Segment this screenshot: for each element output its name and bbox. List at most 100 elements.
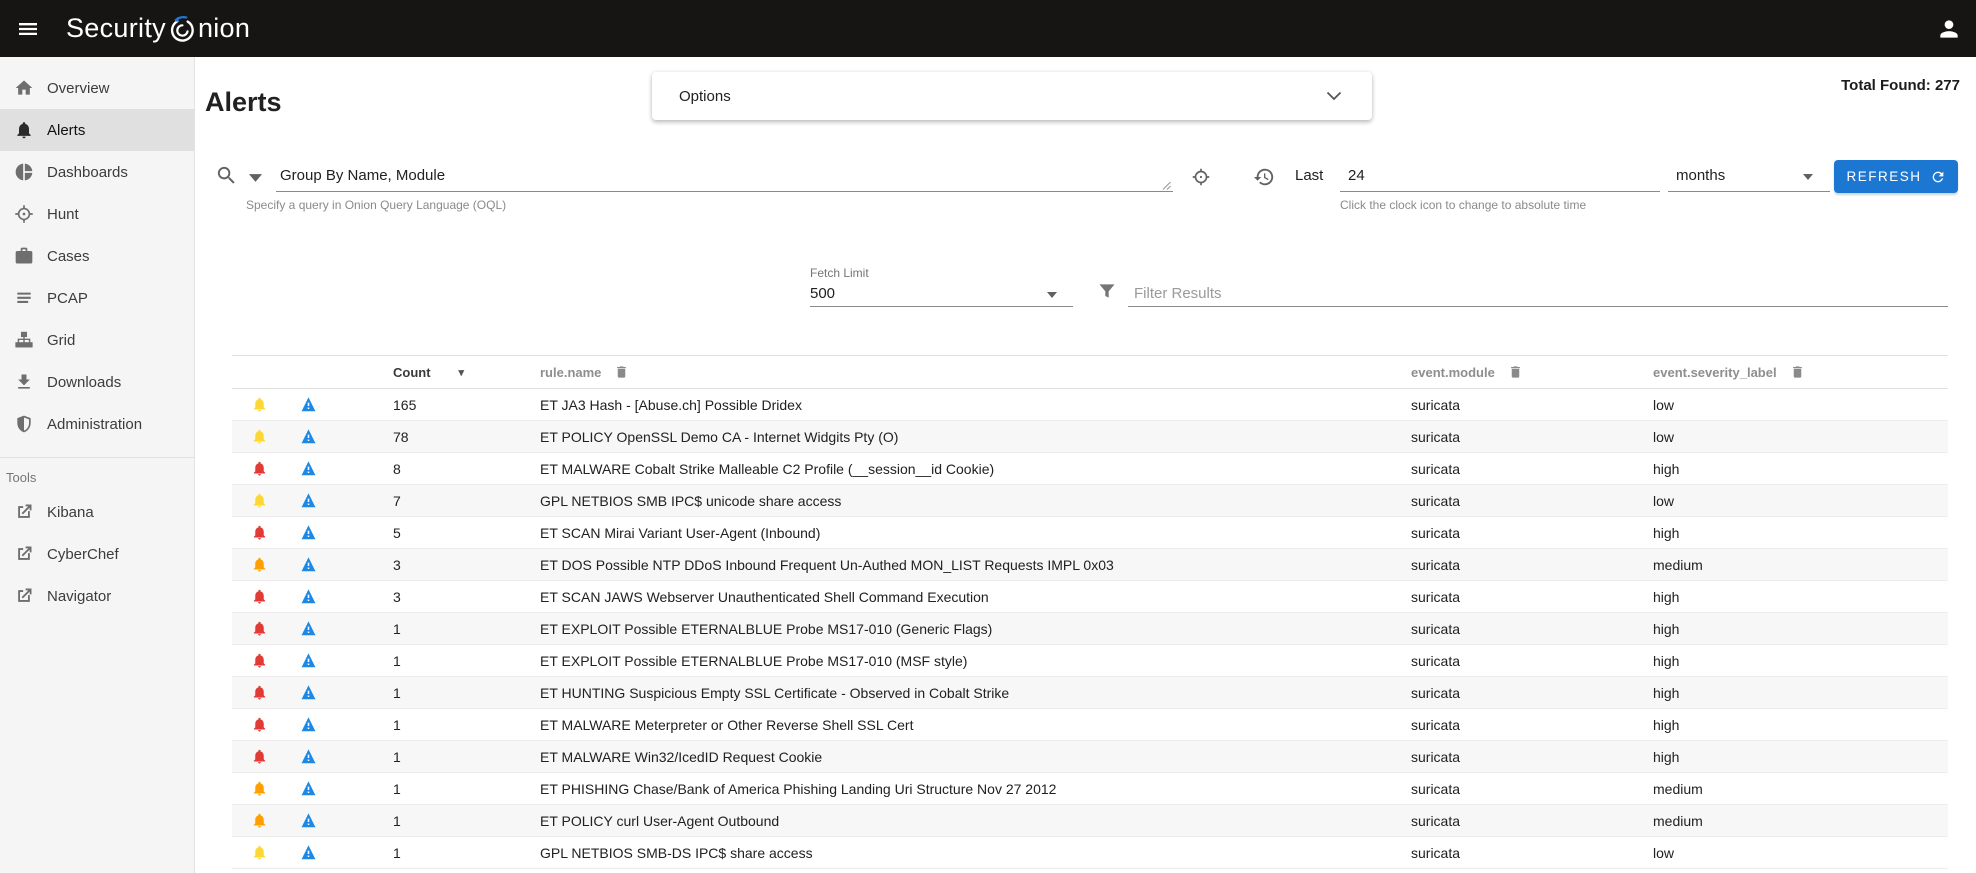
severity-bell-icon[interactable]: [251, 588, 268, 605]
fetch-limit-caret-icon[interactable]: [1047, 292, 1057, 298]
cell-rule-name[interactable]: ET JA3 Hash - [Abuse.ch] Possible Dridex: [540, 389, 1411, 421]
cell-rule-name[interactable]: ET PHISHING Chase/Bank of America Phishi…: [540, 773, 1411, 805]
col-bell: [232, 356, 287, 389]
cell-rule-name[interactable]: ET POLICY curl User-Agent Outbound: [540, 805, 1411, 837]
alert-warning-icon[interactable]: [300, 844, 317, 861]
table-row[interactable]: 165 ET JA3 Hash - [Abuse.ch] Possible Dr…: [232, 389, 1948, 421]
cell-rule-name[interactable]: ET MALWARE Meterpreter or Other Reverse …: [540, 709, 1411, 741]
col-event-severity[interactable]: event.severity_label: [1653, 356, 1948, 389]
alert-warning-icon[interactable]: [300, 716, 317, 733]
remove-column-rule-icon[interactable]: [614, 364, 629, 380]
time-unit-select[interactable]: months: [1676, 167, 1725, 184]
cell-rule-name[interactable]: GPL NETBIOS SMB-DS IPC$ share access: [540, 837, 1411, 869]
options-panel[interactable]: Options: [652, 72, 1372, 120]
severity-bell-icon[interactable]: [251, 844, 268, 861]
sidebar-tool-cyberchef[interactable]: CyberChef: [0, 533, 194, 575]
sidebar-tool-navigator[interactable]: Navigator: [0, 575, 194, 617]
table-row[interactable]: 7 GPL NETBIOS SMB IPC$ unicode share acc…: [232, 485, 1948, 517]
table-row[interactable]: 8 ET MALWARE Cobalt Strike Malleable C2 …: [232, 453, 1948, 485]
cell-rule-name[interactable]: ET EXPLOIT Possible ETERNALBLUE Probe MS…: [540, 645, 1411, 677]
table-row[interactable]: 78 ET POLICY OpenSSL Demo CA - Internet …: [232, 421, 1948, 453]
severity-bell-icon[interactable]: [251, 812, 268, 829]
alert-warning-icon[interactable]: [300, 748, 317, 765]
col-event-module[interactable]: event.module: [1411, 356, 1653, 389]
severity-bell-icon[interactable]: [251, 748, 268, 765]
table-row[interactable]: 1 ET MALWARE Meterpreter or Other Revers…: [232, 709, 1948, 741]
table-row[interactable]: 1 ET HUNTING Suspicious Empty SSL Certif…: [232, 677, 1948, 709]
severity-bell-icon[interactable]: [251, 492, 268, 509]
alert-warning-icon[interactable]: [300, 556, 317, 573]
alert-warning-icon[interactable]: [300, 620, 317, 637]
severity-bell-icon[interactable]: [251, 524, 268, 541]
severity-bell-icon[interactable]: [251, 716, 268, 733]
filter-results-input[interactable]: Filter Results: [1134, 285, 1222, 302]
cell-rule-name[interactable]: ET HUNTING Suspicious Empty SSL Certific…: [540, 677, 1411, 709]
time-unit-caret-icon[interactable]: [1803, 174, 1813, 180]
cell-rule-name[interactable]: ET MALWARE Cobalt Strike Malleable C2 Pr…: [540, 453, 1411, 485]
table-row[interactable]: 1 ET EXPLOIT Possible ETERNALBLUE Probe …: [232, 613, 1948, 645]
severity-bell-icon[interactable]: [251, 396, 268, 413]
severity-bell-icon[interactable]: [251, 652, 268, 669]
table-row[interactable]: 3 ET SCAN JAWS Webserver Unauthenticated…: [232, 581, 1948, 613]
table-row[interactable]: 1 GPL NETBIOS SMB-DS IPC$ share access s…: [232, 837, 1948, 869]
cell-rule-name[interactable]: ET SCAN Mirai Variant User-Agent (Inboun…: [540, 517, 1411, 549]
alert-warning-icon[interactable]: [300, 492, 317, 509]
fetch-limit-select[interactable]: 500: [810, 285, 835, 302]
user-account-icon[interactable]: [1936, 16, 1962, 42]
sidebar-item-pcap[interactable]: PCAP: [0, 277, 194, 319]
table-row[interactable]: 5 ET SCAN Mirai Variant User-Agent (Inbo…: [232, 517, 1948, 549]
alert-warning-icon[interactable]: [300, 780, 317, 797]
col-rule-name[interactable]: rule.name: [540, 356, 1411, 389]
sidebar-item-downloads[interactable]: Downloads: [0, 361, 194, 403]
cell-event-module: suricata: [1411, 773, 1653, 805]
alert-warning-icon[interactable]: [300, 524, 317, 541]
cell-rule-name[interactable]: GPL NETBIOS SMB IPC$ unicode share acces…: [540, 485, 1411, 517]
alert-warning-icon[interactable]: [300, 396, 317, 413]
sort-desc-icon[interactable]: ▾: [459, 366, 465, 379]
history-clock-icon[interactable]: [1253, 166, 1275, 188]
refresh-button[interactable]: REFRESH: [1834, 160, 1958, 193]
severity-bell-icon[interactable]: [251, 780, 268, 797]
severity-bell-icon[interactable]: [251, 684, 268, 701]
cell-rule-name[interactable]: ET MALWARE Win32/IcedID Request Cookie: [540, 741, 1411, 773]
hamburger-menu-icon[interactable]: [16, 17, 40, 41]
resize-handle-icon[interactable]: [1161, 180, 1171, 190]
sidebar-item-dashboards[interactable]: Dashboards: [0, 151, 194, 193]
cell-rule-name[interactable]: ET DOS Possible NTP DDoS Inbound Frequen…: [540, 549, 1411, 581]
remove-column-module-icon[interactable]: [1508, 364, 1523, 380]
sidebar-tool-kibana[interactable]: Kibana: [0, 491, 194, 533]
sidebar-item-alerts[interactable]: Alerts: [0, 109, 194, 151]
query-input[interactable]: Group By Name, Module: [280, 167, 445, 184]
col-warning: [287, 356, 330, 389]
sidebar-item-administration[interactable]: Administration: [0, 403, 194, 445]
remove-column-severity-icon[interactable]: [1790, 364, 1805, 380]
time-range-value-input[interactable]: 24: [1348, 167, 1365, 184]
query-dropdown-caret-icon[interactable]: [249, 174, 262, 182]
col-count[interactable]: Count▾: [330, 356, 540, 389]
alert-warning-icon[interactable]: [300, 652, 317, 669]
table-row[interactable]: 1 ET PHISHING Chase/Bank of America Phis…: [232, 773, 1948, 805]
fetch-limit-underline: [810, 306, 1073, 307]
cell-rule-name[interactable]: ET EXPLOIT Possible ETERNALBLUE Probe MS…: [540, 613, 1411, 645]
alert-warning-icon[interactable]: [300, 460, 317, 477]
table-row[interactable]: 3 ET DOS Possible NTP DDoS Inbound Frequ…: [232, 549, 1948, 581]
severity-bell-icon[interactable]: [251, 428, 268, 445]
alert-warning-icon[interactable]: [300, 428, 317, 445]
alert-warning-icon[interactable]: [300, 588, 317, 605]
cell-rule-name[interactable]: ET SCAN JAWS Webserver Unauthenticated S…: [540, 581, 1411, 613]
cell-rule-name[interactable]: ET POLICY OpenSSL Demo CA - Internet Wid…: [540, 421, 1411, 453]
crosshair-target-icon[interactable]: [1190, 166, 1212, 188]
sidebar-item-hunt[interactable]: Hunt: [0, 193, 194, 235]
table-row[interactable]: 1 ET POLICY curl User-Agent Outbound sur…: [232, 805, 1948, 837]
table-row[interactable]: 1 ET MALWARE Win32/IcedID Request Cookie…: [232, 741, 1948, 773]
table-row[interactable]: 1 ET EXPLOIT Possible ETERNALBLUE Probe …: [232, 645, 1948, 677]
sidebar-item-overview[interactable]: Overview: [0, 67, 194, 109]
severity-bell-icon[interactable]: [251, 620, 268, 637]
severity-bell-icon[interactable]: [251, 460, 268, 477]
sidebar-item-grid[interactable]: Grid: [0, 319, 194, 361]
cell-severity-label: high: [1653, 709, 1948, 741]
alert-warning-icon[interactable]: [300, 812, 317, 829]
alert-warning-icon[interactable]: [300, 684, 317, 701]
sidebar-item-cases[interactable]: Cases: [0, 235, 194, 277]
severity-bell-icon[interactable]: [251, 556, 268, 573]
